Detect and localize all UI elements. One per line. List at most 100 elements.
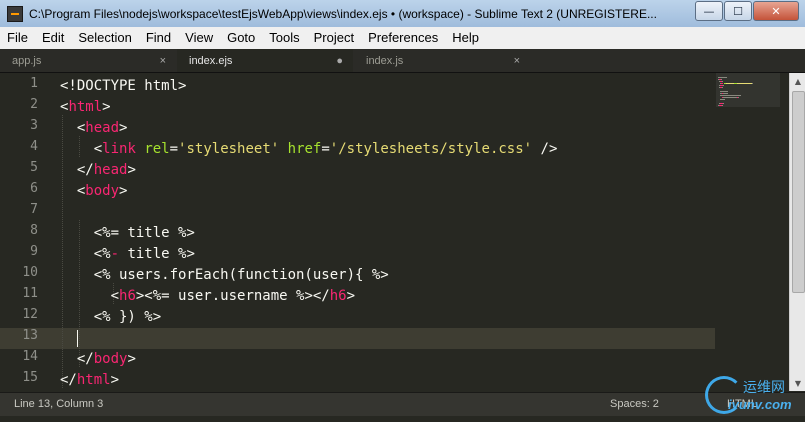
line-number: 11 — [22, 286, 38, 301]
menu-find[interactable]: Find — [139, 27, 178, 49]
code-token: = — [321, 141, 330, 157]
tab-close-icon[interactable]: × — [160, 55, 166, 67]
menu-goto[interactable]: Goto — [220, 27, 262, 49]
vertical-scrollbar[interactable]: ▲ ▼ — [789, 73, 805, 391]
code-token: - — [110, 246, 120, 262]
code-line: <% }) %> — [60, 307, 161, 328]
code-token: /> — [532, 141, 558, 157]
code-line: </body> — [60, 349, 136, 370]
minimap-line — [718, 77, 727, 78]
editor-area[interactable]: 1 2 3 4 5 6 7 8 9 10 11 12 13 14 15 <!DOCTYPE html> <ht… — [0, 73, 805, 391]
code-token: > — [127, 351, 136, 367]
tab-index-ejs[interactable]: index.ejs ● — [177, 49, 353, 72]
line-number: 7 — [30, 202, 38, 217]
line-number: 13 — [22, 328, 38, 343]
menu-edit[interactable]: Edit — [35, 27, 71, 49]
tab-close-icon[interactable]: × — [514, 55, 520, 67]
code-token: title %> — [119, 246, 195, 262]
minimap-line — [720, 91, 728, 92]
code-line: <head> — [60, 118, 128, 139]
code-token: body — [93, 351, 128, 367]
minimap-viewport[interactable] — [716, 73, 780, 107]
code-token: href — [287, 141, 322, 157]
menu-view[interactable]: View — [178, 27, 220, 49]
minimap-line — [726, 83, 734, 84]
tab-modified-dot-icon[interactable]: ● — [336, 55, 343, 67]
code-token: <!DOCTYPE html> — [60, 78, 187, 94]
minimap-line — [737, 83, 752, 84]
tab-label: app.js — [12, 54, 42, 67]
code-token: </ — [60, 372, 77, 388]
minimap-line — [722, 103, 724, 104]
line-number: 14 — [22, 349, 38, 364]
minimap-line — [721, 79, 722, 80]
code-token: <%= title %> — [60, 225, 195, 241]
code-token: > — [127, 162, 136, 178]
minimize-button[interactable]: — — [695, 1, 723, 21]
code-token: <% }) %> — [60, 309, 162, 325]
sublime-app-icon — [7, 5, 23, 22]
code-token: > — [119, 120, 128, 136]
menu-preferences[interactable]: Preferences — [361, 27, 445, 49]
menu-selection[interactable]: Selection — [71, 27, 138, 49]
code-token: '/stylesheets/style.css' — [329, 141, 533, 157]
minimap-line — [723, 97, 738, 98]
minimap-line — [752, 83, 754, 84]
minimap[interactable] — [716, 73, 786, 391]
line-number: 3 — [30, 118, 38, 133]
scroll-up-arrow-icon[interactable]: ▲ — [790, 73, 805, 89]
code-token: > — [110, 372, 120, 388]
cursor-position: Line 13, Column 3 — [14, 398, 104, 410]
menu-tools[interactable]: Tools — [262, 27, 306, 49]
code-line: </html> — [60, 370, 119, 391]
scroll-thumb[interactable] — [792, 91, 805, 293]
code-token: > — [346, 288, 356, 304]
code-token: <% users.forEach(function(user){ %> — [60, 267, 389, 283]
code-token: </ — [60, 162, 94, 178]
menu-file[interactable]: File — [0, 27, 35, 49]
code-line: <%- title %> — [60, 244, 195, 265]
tab-index-js[interactable]: index.js × — [354, 49, 530, 72]
menu-bar: File Edit Selection Find View Goto Tools… — [0, 27, 805, 50]
watermark-cn-text: 运维网 — [743, 380, 785, 396]
code-line: <h6><%= user.username %></h6> — [60, 286, 355, 307]
minimap-line — [720, 99, 726, 100]
code-line: <html> — [60, 97, 111, 118]
title-bar[interactable]: C:\Program Files\nodejs\workspace\testEj… — [0, 0, 805, 27]
indentation-setting[interactable]: Spaces: 2 — [610, 398, 659, 410]
line-number-gutter: 1 2 3 4 5 6 7 8 9 10 11 12 13 14 15 — [0, 73, 48, 391]
code-token: rel — [144, 141, 170, 157]
maximize-button[interactable]: ☐ — [724, 1, 752, 21]
text-cursor — [77, 330, 78, 347]
code-token: body — [85, 183, 120, 199]
line-number: 9 — [30, 244, 38, 259]
line-number: 12 — [22, 307, 38, 322]
code-token: < — [60, 183, 86, 199]
minimap-line — [722, 81, 723, 82]
code-token: <% — [60, 246, 111, 262]
tab-bar: app.js × index.ejs ● index.js × — [0, 49, 805, 73]
tab-app-js[interactable]: app.js × — [0, 49, 176, 72]
minimap-line — [720, 95, 742, 96]
code-token: < — [60, 288, 120, 304]
watermark-en-text: iyunv.com — [728, 397, 792, 412]
code-line: <% users.forEach(function(user){ %> — [60, 265, 389, 286]
code-token: head — [85, 120, 120, 136]
close-button[interactable]: ✕ — [753, 1, 799, 21]
code-token: head — [93, 162, 128, 178]
code-token: html — [68, 99, 103, 115]
menu-project[interactable]: Project — [307, 27, 361, 49]
window-controls: — ☐ ✕ — [694, 1, 799, 21]
code-token: h6 — [119, 288, 136, 304]
code-token: html — [76, 372, 111, 388]
code-token: > — [102, 99, 111, 115]
code-token: = — [169, 141, 179, 157]
tab-label: index.ejs — [189, 54, 233, 67]
menu-help[interactable]: Help — [445, 27, 486, 49]
code-line: </head> — [60, 160, 136, 181]
code-token: < — [60, 120, 86, 136]
code-view[interactable]: <!DOCTYPE html> <html> <head> <link rel='… — [60, 73, 710, 391]
minimap-line — [722, 87, 723, 88]
code-token: > — [119, 183, 128, 199]
window-title: C:\Program Files\nodejs\workspace\testEj… — [29, 6, 657, 21]
